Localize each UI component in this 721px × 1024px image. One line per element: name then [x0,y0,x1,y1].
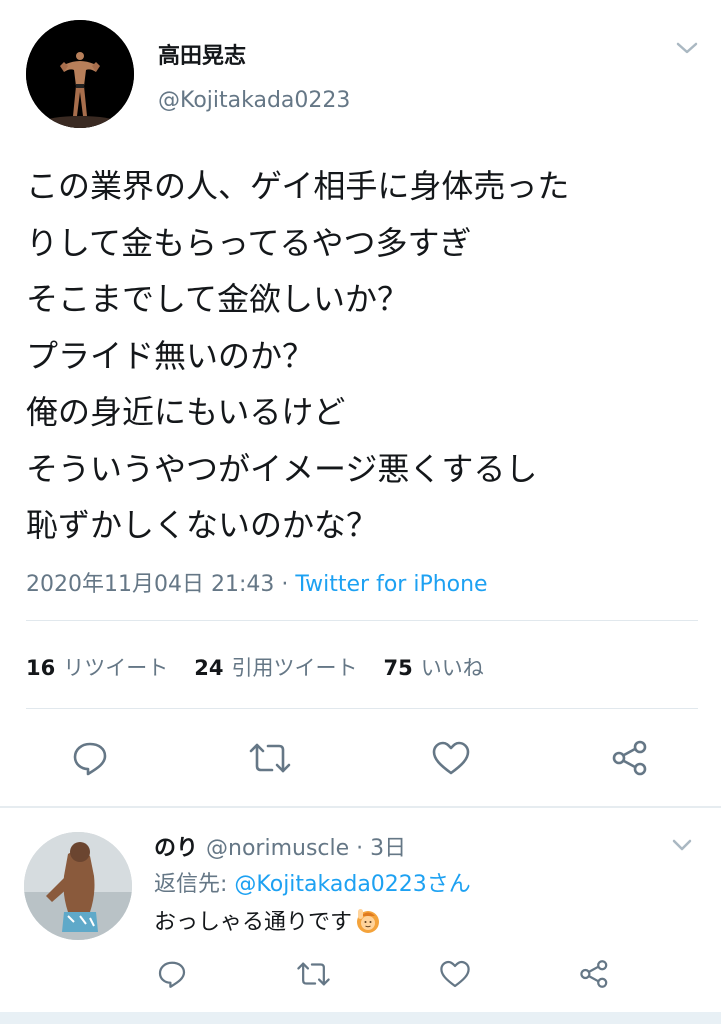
reply-text: おっしゃる通りです [154,904,382,936]
retweet-icon[interactable] [296,958,331,990]
tweet-text-line: プライド無いのか？ [26,336,315,375]
divider [26,620,698,621]
tweet-text-line: そういうやつがイメージ悪くするし [26,449,538,488]
retweets-label: リツイート [63,656,169,680]
reply-to-mention-link[interactable]: @Kojitakada0223さん [234,872,470,897]
author-avatar[interactable] [26,20,134,128]
reply-author-handle[interactable]: @norimuscle [206,836,349,861]
share-icon[interactable] [610,738,652,778]
tweet-text-line: りして金もらってるやつ多すぎ [26,223,472,262]
retweets-count: 16 [26,656,56,680]
likes-stat[interactable]: 75 いいね [383,656,509,680]
tweet-timestamp[interactable]: 2020年11月04日 21:43 [26,572,274,597]
tweet-meta: 2020年11月04日 21:43 · Twitter for iPhone [26,566,488,598]
tweet-source-link[interactable]: Twitter for iPhone [295,572,487,597]
tweet-text: この業界の人、ゲイ相手に身体売った りして金もらってるやつ多すぎ そこまでして金… [26,158,706,554]
tweet-stats: 16 リツイート 24 引用ツイート 75 いいね [26,652,510,682]
tweet-text-line: この業界の人、ゲイ相手に身体売った [26,167,570,205]
reply-icon[interactable] [156,958,188,990]
reply-author-avatar[interactable] [24,832,132,940]
retweets-stat[interactable]: 16 リツイート [26,656,194,680]
reply-header: のり @norimuscle · 3日 [154,830,406,862]
divider [26,708,698,709]
next-item-edge [0,1012,721,1024]
person-raising-hand-emoji [354,907,382,935]
like-icon[interactable] [430,738,472,778]
quotes-count: 24 [194,656,224,680]
like-icon[interactable] [438,958,472,990]
retweet-icon[interactable] [248,738,292,778]
reply-author-name[interactable]: のり [154,836,198,861]
reply-text-content: おっしゃる通りです [154,910,353,935]
chevron-down-icon[interactable] [670,836,694,854]
reply-to-label: 返信先: [154,872,235,897]
likes-label: いいね [420,656,484,680]
quotes-stat[interactable]: 24 引用ツイート [194,656,383,680]
author-handle[interactable]: @Kojitakada0223 [158,88,350,113]
tweet-text-line: そこまでして金欲しいか？ [26,280,410,318]
tweet-text-line: 俺の身近にもいるけど [26,393,346,431]
section-divider [0,806,721,808]
reply-time-separator: · [349,836,371,861]
share-icon[interactable] [578,958,612,990]
author-display-name[interactable]: 高田晃志 [158,38,246,70]
likes-count: 75 [383,656,413,680]
reply-to-line: 返信先: @Kojitakada0223さん [154,866,471,898]
meta-separator: · [274,572,296,597]
reply-icon[interactable] [70,738,110,778]
quotes-label: 引用ツイート [231,656,358,680]
tweet-text-line: 恥ずかしくないのかな？ [26,506,379,544]
reply-time[interactable]: 3日 [370,836,406,861]
chevron-down-icon[interactable] [674,38,700,58]
